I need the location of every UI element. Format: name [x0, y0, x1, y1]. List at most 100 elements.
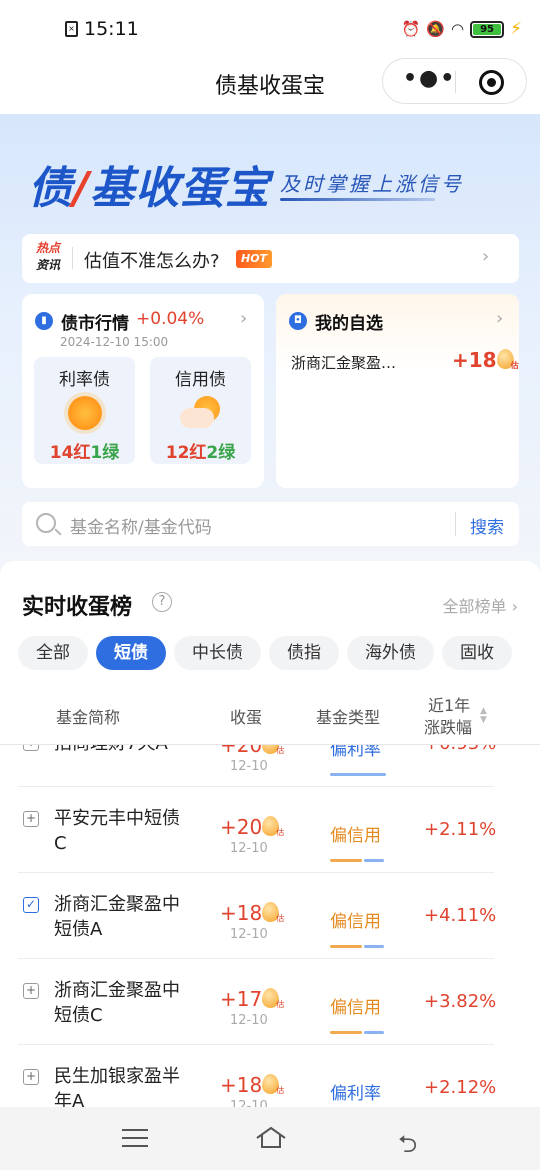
table-row[interactable]: + 招商理财7天A +20估 12-10 偏利率 +0.93%	[0, 745, 540, 787]
rate-bond-count: 14红1绿	[49, 443, 120, 463]
hot-badge: HOT	[236, 250, 273, 268]
mini-program-capsule: •●•	[382, 58, 527, 104]
egg-value: +18 估	[220, 1073, 285, 1097]
egg-date: 12-10	[230, 759, 268, 774]
header-change-1y[interactable]: 近1年	[428, 692, 470, 716]
bond-market-card[interactable]: ▮ 债市行情 +0.04% › 2024-12-10 15:00 利率债 14红…	[22, 294, 264, 488]
type-indicator	[330, 761, 386, 776]
more-icon[interactable]: •●•	[403, 66, 456, 91]
egg-value: +17 估	[220, 987, 285, 1011]
status-time: 15:11	[84, 18, 139, 40]
egg-icon: 估	[262, 816, 284, 837]
search-input[interactable]: 基金名称/基金代码	[70, 513, 212, 538]
search-icon	[36, 513, 56, 533]
search-bar: 基金名称/基金代码 搜索	[22, 502, 519, 546]
egg-value: +18 估	[220, 901, 285, 925]
battery-icon: 95	[470, 20, 505, 38]
wifi-icon: ◠	[450, 20, 465, 38]
change-1y: +0.93%	[424, 745, 496, 754]
fund-type: 偏利率	[330, 745, 381, 760]
egg-value: +20 估	[220, 745, 284, 757]
watchlist-egg-value: +18 估	[452, 348, 519, 372]
credit-bond-tile[interactable]: 信用债 12红2绿	[150, 357, 251, 464]
chevron-right-icon: ›	[496, 308, 504, 329]
egg-icon: 估	[262, 745, 284, 755]
add-watch-checkbox[interactable]: +	[23, 1069, 39, 1085]
title-bar: 债基收蛋宝 •●•	[0, 58, 540, 114]
rate-bond-label: 利率债	[59, 370, 110, 390]
hot-news-bar[interactable]: 热点 资讯 估值不准怎么办? HOT ›	[22, 234, 519, 283]
fund-name: 招商理财7天A	[54, 745, 184, 756]
tab-all[interactable]: 全部	[18, 636, 88, 670]
type-indicator	[330, 933, 386, 948]
chevron-right-icon: ›	[482, 246, 490, 267]
fund-type: 偏信用	[330, 912, 381, 932]
market-title: 债市行情	[61, 314, 129, 334]
hero-section: 债/基收蛋宝 及时掌握上涨信号 热点 资讯 估值不准怎么办? HOT › ▮ 债市…	[0, 114, 540, 564]
credit-bond-label: 信用债	[175, 370, 226, 390]
slogan-underline	[280, 198, 435, 201]
mute-icon: 🔕	[426, 20, 445, 38]
egg-icon: 估	[262, 988, 284, 1009]
hot-news-tag: 热点 资讯	[36, 241, 61, 272]
egg-date: 12-10	[230, 841, 268, 856]
fund-type: 偏信用	[330, 998, 381, 1018]
sort-icon[interactable]: ▲ ▼	[480, 707, 487, 725]
chevron-right-icon: ›	[240, 308, 248, 329]
watchlist-fund-name: 浙商汇金聚盈…	[291, 354, 397, 372]
header-fund-type: 基金类型	[316, 708, 381, 727]
sunny-icon	[67, 396, 102, 430]
fund-name: 平安元丰中短债C	[54, 808, 180, 854]
egg-icon: 估	[262, 902, 284, 923]
chart-icon: ▮	[35, 312, 53, 330]
fund-name: 民生加银家盈半年A	[54, 1066, 180, 1107]
home-icon[interactable]	[255, 1125, 287, 1149]
fund-type: 偏信用	[330, 826, 381, 846]
brand-logo: 债/基收蛋宝	[28, 163, 271, 214]
type-indicator	[330, 1019, 386, 1034]
header-change-1y-sub[interactable]: 涨跌幅	[424, 714, 472, 738]
hot-news-text: 估值不准怎么办?	[84, 251, 220, 272]
ranking-section: 实时收蛋榜 ? 全部榜单 › 全部 短债 中长债 债指 海外债 固收 基金简称 收蛋 基金…	[0, 561, 540, 1107]
bookmark-icon: ◘	[289, 312, 307, 330]
tab-fixed-income[interactable]: 固收	[442, 636, 512, 670]
close-target-icon[interactable]	[479, 70, 504, 95]
egg-date: 12-10	[230, 1013, 268, 1028]
system-nav-bar: ⮌	[0, 1107, 540, 1170]
fund-type: 偏利率	[330, 1084, 381, 1104]
hot-divider	[72, 247, 73, 269]
add-watch-checkbox[interactable]: +	[23, 745, 39, 751]
table-row[interactable]: ✓ 浙商汇金聚盈中短债A +18 估 12-10 偏信用 +4.11%	[0, 873, 540, 959]
egg-icon: 估	[496, 349, 519, 370]
add-watch-checkbox[interactable]: +	[23, 811, 39, 827]
remove-watch-checkbox[interactable]: ✓	[23, 897, 39, 913]
capsule-divider	[455, 71, 456, 93]
ranking-title: 实时收蛋榜	[22, 595, 133, 620]
menu-icon[interactable]	[122, 1129, 148, 1147]
add-watch-checkbox[interactable]: +	[23, 983, 39, 999]
table-header: 基金简称 收蛋 基金类型 近1年 涨跌幅 ▲ ▼	[0, 689, 540, 745]
rate-bond-tile[interactable]: 利率债 14红1绿	[34, 357, 135, 464]
table-row[interactable]: + 平安元丰中短债C +20 估 12-10 偏信用 +2.11%	[0, 787, 540, 873]
charging-icon: ⚡	[510, 19, 522, 39]
header-egg[interactable]: 收蛋	[230, 704, 262, 728]
fund-name: 浙商汇金聚盈中短债A	[54, 894, 180, 940]
market-change: +0.04%	[136, 309, 205, 329]
help-icon[interactable]: ?	[152, 592, 172, 612]
change-1y: +4.11%	[424, 905, 497, 926]
partly-cloudy-icon	[179, 396, 222, 430]
tab-overseas-bond[interactable]: 海外债	[347, 636, 434, 670]
all-rankings-link[interactable]: 全部榜单 ›	[443, 593, 519, 617]
table-row[interactable]: + 浙商汇金聚盈中短债C +17 估 12-10 偏信用 +3.82%	[0, 959, 540, 1045]
search-button[interactable]: 搜索	[470, 513, 504, 538]
table-row[interactable]: + 民生加银家盈半年A +18 估 12-10 偏利率 +2.12%	[0, 1045, 540, 1107]
status-bar: × 15:11 ⏰ 🔕 ◠ 95 ⚡	[0, 0, 540, 58]
tab-short-bond[interactable]: 短债	[96, 636, 166, 670]
tab-mid-long-bond[interactable]: 中长债	[174, 636, 261, 670]
back-icon[interactable]: ⮌	[398, 1127, 417, 1168]
egg-value: +20 估	[220, 815, 285, 839]
fund-list: + 招商理财7天A +20估 12-10 偏利率 +0.93% + 平安元丰中短…	[0, 745, 540, 1107]
watchlist-card[interactable]: ◘ 我的自选 › 浙商汇金聚盈… +18 估	[276, 294, 519, 488]
tab-bond-index[interactable]: 债指	[269, 636, 339, 670]
search-divider	[455, 512, 456, 536]
